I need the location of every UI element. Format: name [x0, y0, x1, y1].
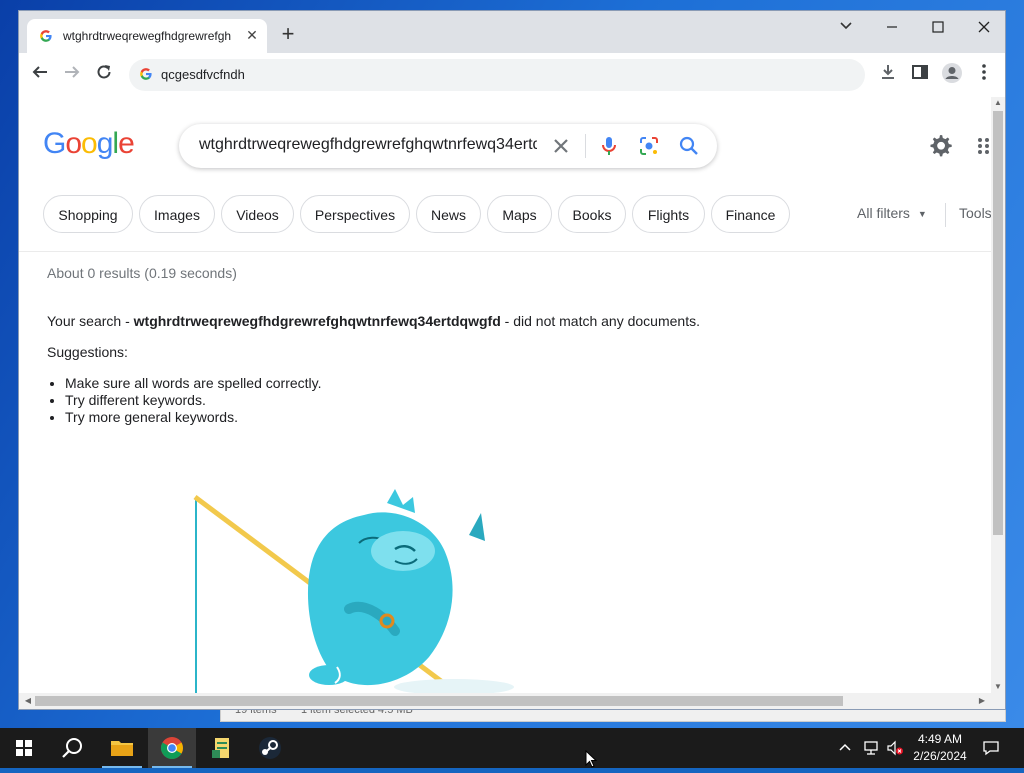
filter-shopping[interactable]: Shopping [43, 195, 133, 233]
close-window-icon[interactable] [961, 15, 1005, 45]
profile-icon[interactable] [939, 62, 965, 88]
notification-icon[interactable] [982, 740, 1000, 759]
file-explorer-taskbar[interactable] [98, 728, 146, 768]
horizontal-scrollbar[interactable]: ◀ ▶ [19, 693, 1005, 709]
filter-news[interactable]: News [416, 195, 481, 233]
search-taskbar-button[interactable] [48, 728, 96, 768]
search-box[interactable]: wtghrdtrweqrewegfhdgrewrefghqwtnrfewq34e… [179, 124, 717, 168]
chrome-taskbar[interactable] [148, 728, 196, 768]
clock-date: 2/26/2024 [913, 749, 967, 763]
clear-search-icon[interactable] [549, 134, 573, 158]
address-bar[interactable]: qcgesdfvcfndh [129, 59, 865, 91]
steam-taskbar[interactable] [246, 728, 294, 768]
all-filters-button[interactable]: All filters ▼ [857, 205, 927, 221]
filter-maps[interactable]: Maps [487, 195, 552, 233]
network-icon[interactable] [862, 740, 880, 759]
filter-books[interactable]: Books [558, 195, 626, 233]
result-stats: About 0 results (0.19 seconds) [47, 265, 237, 281]
scroll-right-icon[interactable]: ▶ [975, 693, 989, 709]
reload-icon[interactable] [91, 62, 117, 88]
search-divider [585, 134, 586, 158]
logo-letter: G [43, 127, 66, 160]
app-taskbar[interactable] [198, 728, 246, 768]
suggestions-heading: Suggestions: [47, 344, 128, 360]
scroll-up-icon[interactable]: ▲ [991, 97, 1005, 109]
browser-toolbar: qcgesdfvcfndh [19, 53, 1005, 98]
page-content: Google wtghrdtrweqrewegfhdgrewrefghqwtnr… [19, 97, 991, 693]
start-button[interactable] [0, 728, 48, 768]
no-match-suffix: - did not match any documents. [500, 313, 700, 329]
filter-videos[interactable]: Videos [221, 195, 294, 233]
forward-arrow-icon[interactable] [59, 62, 85, 88]
logo-letter: o [81, 127, 98, 160]
horizontal-scroll-thumb[interactable] [35, 696, 843, 706]
lens-icon[interactable] [637, 134, 661, 158]
no-match-message: Your search - wtghrdtrweqrewegfhdgrewref… [47, 313, 700, 329]
tab-title: wtghrdtrweqrewegfhdgrewrefgh [63, 29, 232, 43]
filter-perspectives[interactable]: Perspectives [300, 195, 410, 233]
new-tab-button[interactable]: + [277, 23, 299, 46]
tab-search-icon[interactable] [823, 15, 869, 45]
header-divider [19, 251, 991, 252]
back-arrow-icon[interactable] [27, 62, 53, 88]
logo-letter: e [118, 127, 135, 160]
show-hidden-icons[interactable] [838, 740, 852, 757]
steam-icon [259, 737, 281, 759]
no-match-prefix: Your search - [47, 313, 134, 329]
google-apps-icon[interactable] [977, 137, 991, 155]
side-panel-icon[interactable] [907, 62, 933, 88]
filter-finance[interactable]: Finance [711, 195, 790, 233]
filter-flights[interactable]: Flights [632, 195, 705, 233]
taskbar: 4:49 AM 2/26/2024 [0, 728, 1024, 768]
microphone-icon[interactable] [597, 134, 621, 158]
mouse-cursor-icon [585, 750, 597, 768]
minimize-icon[interactable] [869, 15, 915, 45]
suggestions-list: Make sure all words are spelled correctl… [47, 375, 322, 426]
caret-down-icon: ▼ [917, 209, 927, 220]
address-text: qcgesdfvcfndh [161, 67, 245, 82]
suggestion-item: Make sure all words are spelled correctl… [65, 375, 322, 392]
suggestion-item: Try more general keywords. [65, 409, 322, 426]
search-icon[interactable] [677, 134, 701, 158]
scroll-down-icon[interactable]: ▼ [991, 681, 1005, 693]
settings-gear-icon[interactable] [927, 133, 953, 159]
taskbar-search-icon [62, 738, 82, 758]
google-logo[interactable]: Google [43, 127, 135, 161]
scroll-left-icon[interactable]: ◀ [21, 693, 35, 709]
vertical-scrollbar[interactable]: ▲ ▼ [991, 97, 1005, 693]
suggestion-item: Try different keywords. [65, 392, 322, 409]
browser-window: wtghrdtrweqrewegfhdgrewrefgh ✕ + qcgesdf… [18, 10, 1006, 710]
title-bar: wtghrdtrweqrewegfhdgrewrefgh ✕ + [19, 11, 1005, 53]
fishing-monster-illustration [193, 489, 514, 693]
filter-images[interactable]: Images [139, 195, 215, 233]
google-favicon-icon [40, 30, 52, 42]
volume-muted-icon[interactable] [886, 740, 904, 759]
logo-letter: g [96, 127, 114, 160]
maximize-icon[interactable] [915, 15, 961, 45]
google-g-icon [140, 68, 152, 80]
tab-close-icon[interactable]: ✕ [243, 26, 261, 44]
vertical-scroll-thumb[interactable] [993, 111, 1003, 535]
logo-letter: o [65, 127, 82, 160]
folder-icon [111, 741, 133, 756]
download-icon[interactable] [875, 62, 901, 88]
clock-time: 4:49 AM [917, 732, 963, 746]
clock[interactable]: 4:49 AM 2/26/2024 [908, 731, 972, 765]
browser-tab[interactable]: wtghrdtrweqrewegfhdgrewrefgh ✕ [27, 19, 267, 53]
document-app-icon [212, 738, 229, 758]
more-menu-icon[interactable] [971, 62, 997, 88]
no-match-term: wtghrdtrweqrewegfhdgrewrefghqwtnrfewq34e… [133, 313, 501, 329]
tools-divider [945, 203, 946, 227]
search-input[interactable]: wtghrdtrweqrewegfhdgrewrefghqwtnrfewq34e… [199, 136, 537, 154]
chrome-icon [161, 737, 183, 759]
all-filters-label: All filters [857, 205, 910, 221]
windows-logo-icon [16, 740, 32, 756]
tools-button[interactable]: Tools [959, 205, 991, 221]
